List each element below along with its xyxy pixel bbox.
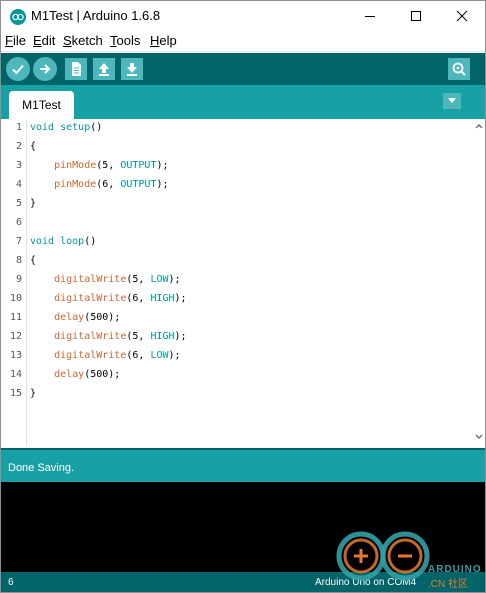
status-bar: Done Saving. bbox=[1, 448, 485, 482]
arduino-ide-window: M1Test | Arduino 1.6.8 File Edit Sketch … bbox=[0, 0, 486, 593]
code-line[interactable]: void setup() bbox=[30, 122, 102, 133]
open-button[interactable] bbox=[93, 58, 115, 80]
serial-monitor-button[interactable] bbox=[448, 58, 470, 80]
menu-help-key: H bbox=[150, 33, 160, 48]
upload-button[interactable] bbox=[33, 57, 57, 81]
code-line[interactable]: digitalWrite(6, HIGH); bbox=[30, 293, 186, 304]
menu-help[interactable]: Help bbox=[150, 33, 177, 48]
code-line[interactable]: void loop() bbox=[30, 236, 96, 247]
menu-file-label: ile bbox=[12, 33, 26, 48]
scroll-down-icon[interactable] bbox=[473, 432, 485, 442]
menu-file-key: F bbox=[5, 33, 13, 48]
upload-icon bbox=[40, 64, 51, 74]
line-number: 1 bbox=[15, 122, 22, 133]
menu-sketch-label: ketch bbox=[71, 33, 103, 48]
line-number: 8 bbox=[15, 255, 22, 266]
line-number: 11 bbox=[9, 312, 22, 323]
status-message: Done Saving. bbox=[8, 462, 75, 474]
close-button[interactable] bbox=[439, 1, 485, 31]
new-icon bbox=[72, 62, 81, 76]
scroll-up-icon[interactable] bbox=[473, 121, 485, 131]
code-line[interactable]: digitalWrite(6, LOW); bbox=[30, 350, 180, 361]
menu-sketch[interactable]: Sketch bbox=[63, 33, 103, 48]
maximize-icon bbox=[411, 11, 421, 21]
line-number: 10 bbox=[9, 293, 22, 304]
toolbar bbox=[1, 53, 485, 85]
line-number: 3 bbox=[15, 160, 22, 171]
line-number: 6 bbox=[15, 217, 22, 228]
serial-monitor-icon bbox=[452, 62, 466, 76]
code-line[interactable]: digitalWrite(5, HIGH); bbox=[30, 331, 186, 342]
menu-edit[interactable]: Edit bbox=[33, 33, 55, 48]
minimize-icon bbox=[365, 16, 375, 17]
menu-edit-label: dit bbox=[41, 33, 56, 48]
line-number: 14 bbox=[9, 369, 22, 380]
minimize-button[interactable] bbox=[347, 1, 393, 31]
menu-tools-label: ools bbox=[116, 33, 141, 48]
code-editor[interactable]: 1 2 3 4 5 6 7 8 9 10 11 12 13 14 15 void setup(){ pinM… bbox=[1, 119, 485, 446]
window-title: M1Test | Arduino 1.6.8 bbox=[31, 8, 161, 23]
code-line[interactable]: } bbox=[30, 198, 36, 209]
line-number: 13 bbox=[9, 350, 22, 361]
menu-tools[interactable]: Tools bbox=[110, 33, 140, 48]
line-number: 9 bbox=[15, 274, 22, 285]
watermark-title: ARDUINO bbox=[428, 564, 482, 575]
menu-bar: File Edit Sketch Tools Help bbox=[1, 31, 485, 52]
editor-scrollbar[interactable] bbox=[473, 119, 485, 446]
arduino-logo-icon bbox=[10, 9, 26, 25]
menu-sketch-key: S bbox=[63, 33, 72, 48]
tab-m1test[interactable]: M1Test bbox=[9, 91, 74, 119]
line-number: 7 bbox=[15, 236, 22, 247]
code-line[interactable]: digitalWrite(5, LOW); bbox=[30, 274, 180, 285]
close-icon bbox=[456, 10, 468, 22]
tab-menu-button[interactable] bbox=[443, 93, 461, 109]
triangle-down-icon bbox=[448, 98, 456, 103]
line-number: 2 bbox=[15, 141, 22, 152]
save-button[interactable] bbox=[121, 58, 143, 80]
line-number-indicator: 6 bbox=[8, 577, 14, 588]
save-icon bbox=[127, 63, 137, 76]
open-icon bbox=[99, 63, 109, 76]
new-button[interactable] bbox=[65, 58, 87, 80]
menu-file[interactable]: File bbox=[5, 33, 26, 48]
watermark-subtitle: .CN 社区 bbox=[428, 579, 468, 590]
code-line[interactable]: delay(500); bbox=[30, 369, 120, 380]
code-line[interactable]: pinMode(6, OUTPUT); bbox=[30, 179, 168, 190]
line-number: 15 bbox=[9, 388, 22, 399]
line-number: 5 bbox=[15, 198, 22, 209]
title-bar: M1Test | Arduino 1.6.8 bbox=[1, 1, 485, 31]
tab-bar: M1Test bbox=[1, 85, 485, 119]
code-line[interactable]: pinMode(5, OUTPUT); bbox=[30, 160, 168, 171]
line-number: 12 bbox=[9, 331, 22, 342]
verify-button[interactable] bbox=[6, 57, 30, 81]
code-line[interactable]: } bbox=[30, 388, 36, 399]
menu-edit-key: E bbox=[33, 33, 42, 48]
code-line[interactable]: { bbox=[30, 141, 36, 152]
code-line[interactable]: { bbox=[30, 255, 36, 266]
line-number-gutter: 1 2 3 4 5 6 7 8 9 10 11 12 13 14 15 bbox=[1, 119, 27, 446]
line-number: 4 bbox=[15, 179, 22, 190]
menu-help-label: elp bbox=[159, 33, 177, 48]
verify-icon bbox=[12, 64, 24, 75]
code-line[interactable]: delay(500); bbox=[30, 312, 120, 323]
maximize-button[interactable] bbox=[393, 1, 439, 31]
arduino-cn-watermark: ARDUINO .CN 社区 bbox=[333, 528, 485, 592]
